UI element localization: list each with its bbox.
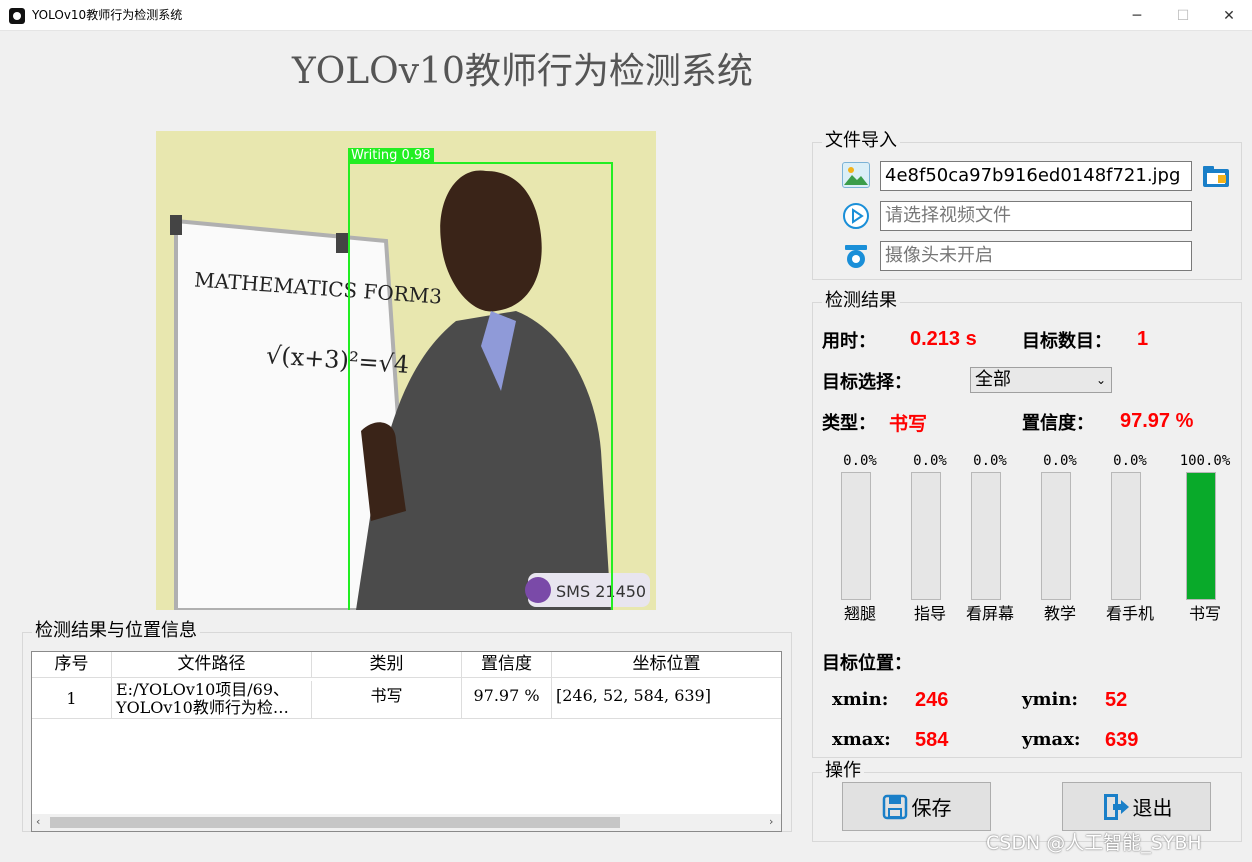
detection-label: Writing 0.98: [348, 148, 434, 163]
bar-track: [911, 472, 941, 600]
bar-label: 书写: [1188, 604, 1221, 623]
ymin-value: 52: [1105, 689, 1128, 711]
bar-label: 教学: [1043, 604, 1076, 623]
close-button[interactable]: ✕: [1206, 0, 1252, 31]
window-title: YOLOv10教师行为检测系统: [32, 8, 183, 22]
xmin-label: xmin:: [832, 689, 889, 710]
row-path: E:/YOLOv10项目/69、 YOLOv10教师行为检…: [112, 681, 312, 719]
type-value: 书写: [889, 413, 928, 435]
image-file-field[interactable]: 4e8f50ca97b916ed0148f721.jpg: [880, 161, 1192, 191]
bar-fill: [1187, 473, 1215, 599]
save-button[interactable]: 保存: [842, 782, 991, 831]
detection-results-title: 检测结果: [822, 291, 900, 311]
target-count-value: 1: [1137, 328, 1149, 350]
watermark: CSDN @人工智能_SYBH: [986, 832, 1202, 854]
target-select-value: 全部: [975, 369, 1011, 390]
horizontal-scrollbar[interactable]: ‹ ›: [32, 814, 781, 831]
page-title: YOLOv10教师行为检测系统: [292, 51, 753, 92]
target-select-label: 目标选择：: [822, 372, 912, 393]
scroll-left-icon[interactable]: ‹: [36, 815, 40, 828]
xmax-label: xmax:: [832, 729, 891, 750]
save-button-label: 保存: [911, 796, 952, 820]
bar-column: 0.0% 看手机: [1090, 450, 1170, 630]
confidence-value: 97.97 %: [1120, 410, 1194, 432]
bar-track: [841, 472, 871, 600]
exit-button-label: 退出: [1132, 796, 1173, 820]
results-table-title: 检测结果与位置信息: [32, 621, 200, 641]
camera-icon[interactable]: [842, 242, 870, 270]
bar-column: 0.0% 教学: [1020, 450, 1100, 630]
bar-column: 0.0% 翘腿: [820, 450, 900, 630]
bar-track: [1111, 472, 1141, 600]
time-value: 0.213 s: [910, 328, 977, 350]
time-label: 用时：: [822, 331, 876, 352]
window-titlebar: YOLOv10教师行为检测系统 ─ ☐ ✕: [0, 0, 1252, 31]
bar-track: [1041, 472, 1071, 600]
row-path-line-2: YOLOv10教师行为检…: [116, 698, 289, 717]
camera-status-field[interactable]: 摄像头未开启: [880, 241, 1192, 271]
class-probability-bars: 0.0% 翘腿 0.0% 指导 0.0% 看屏幕 0.0% 教学 0.0% 看手机 100.0% 书写: [820, 450, 1240, 630]
bar-percent: 0.0%: [1113, 453, 1147, 469]
target-position-label: 目标位置：: [822, 653, 912, 674]
app-icon: [9, 8, 25, 24]
bar-percent: 0.0%: [843, 453, 877, 469]
bar-track: [971, 472, 1001, 600]
save-icon: [882, 794, 908, 820]
bar-percent: 100.0%: [1179, 453, 1231, 469]
row-path-line-1: E:/YOLOv10项目/69、: [116, 681, 290, 699]
column-header-index[interactable]: 序号: [32, 652, 112, 678]
bar-track: [1186, 472, 1216, 600]
xmin-value: 246: [915, 689, 949, 711]
exit-icon: [1101, 792, 1131, 822]
target-count-label: 目标数目：: [1022, 331, 1112, 352]
file-import-title: 文件导入: [822, 131, 900, 151]
maximize-button[interactable]: ☐: [1160, 0, 1206, 31]
table-row[interactable]: 1 E:/YOLOv10项目/69、 YOLOv10教师行为检… 书写 97.9…: [32, 678, 781, 719]
minimize-button[interactable]: ─: [1114, 0, 1160, 31]
video-play-icon[interactable]: [842, 202, 870, 230]
target-select-dropdown[interactable]: 全部 ⌄: [970, 367, 1112, 393]
bar-label: 看屏幕: [965, 604, 1014, 623]
column-header-path[interactable]: 文件路径: [112, 652, 312, 678]
row-index: 1: [32, 678, 112, 719]
row-category: 书写: [312, 678, 462, 719]
exit-button[interactable]: 退出: [1062, 782, 1211, 831]
column-header-confidence[interactable]: 置信度: [462, 652, 552, 678]
results-table[interactable]: 序号 文件路径 类别 置信度 坐标位置 1 E:/YOLOv10项目/69、 Y…: [31, 651, 782, 832]
row-coords: [246, 52, 584, 639]: [556, 686, 711, 705]
bar-label: 看手机: [1105, 604, 1154, 623]
chevron-down-icon: ⌄: [1095, 373, 1106, 387]
folder-open-icon[interactable]: [1202, 164, 1230, 188]
ymax-label: ymax:: [1022, 729, 1081, 750]
row-confidence: 97.97 %: [462, 678, 552, 719]
operations-title: 操作: [822, 761, 864, 781]
bar-percent: 0.0%: [973, 453, 1007, 469]
image-icon[interactable]: [842, 162, 870, 188]
ymax-value: 639: [1105, 729, 1139, 751]
video-file-field[interactable]: 请选择视频文件: [880, 201, 1192, 231]
bar-column: 0.0% 看屏幕: [950, 450, 1030, 630]
bar-label: 翘腿: [843, 604, 876, 623]
scrollbar-thumb[interactable]: [50, 817, 620, 828]
bar-percent: 0.0%: [1043, 453, 1077, 469]
scroll-right-icon[interactable]: ›: [769, 815, 773, 828]
bar-column: 100.0% 书写: [1165, 450, 1245, 630]
column-header-category[interactable]: 类别: [312, 652, 462, 678]
column-header-coords[interactable]: 坐标位置: [552, 652, 781, 678]
ymin-label: ymin:: [1022, 689, 1079, 710]
xmax-value: 584: [915, 729, 949, 751]
detection-bounding-box: [348, 162, 613, 610]
confidence-label: 置信度：: [1022, 413, 1094, 434]
detection-preview-image: SMS 21450 MATHEMATICS FORM3 √(x+3)²=√4 W…: [156, 131, 656, 610]
type-label: 类型：: [822, 413, 876, 434]
